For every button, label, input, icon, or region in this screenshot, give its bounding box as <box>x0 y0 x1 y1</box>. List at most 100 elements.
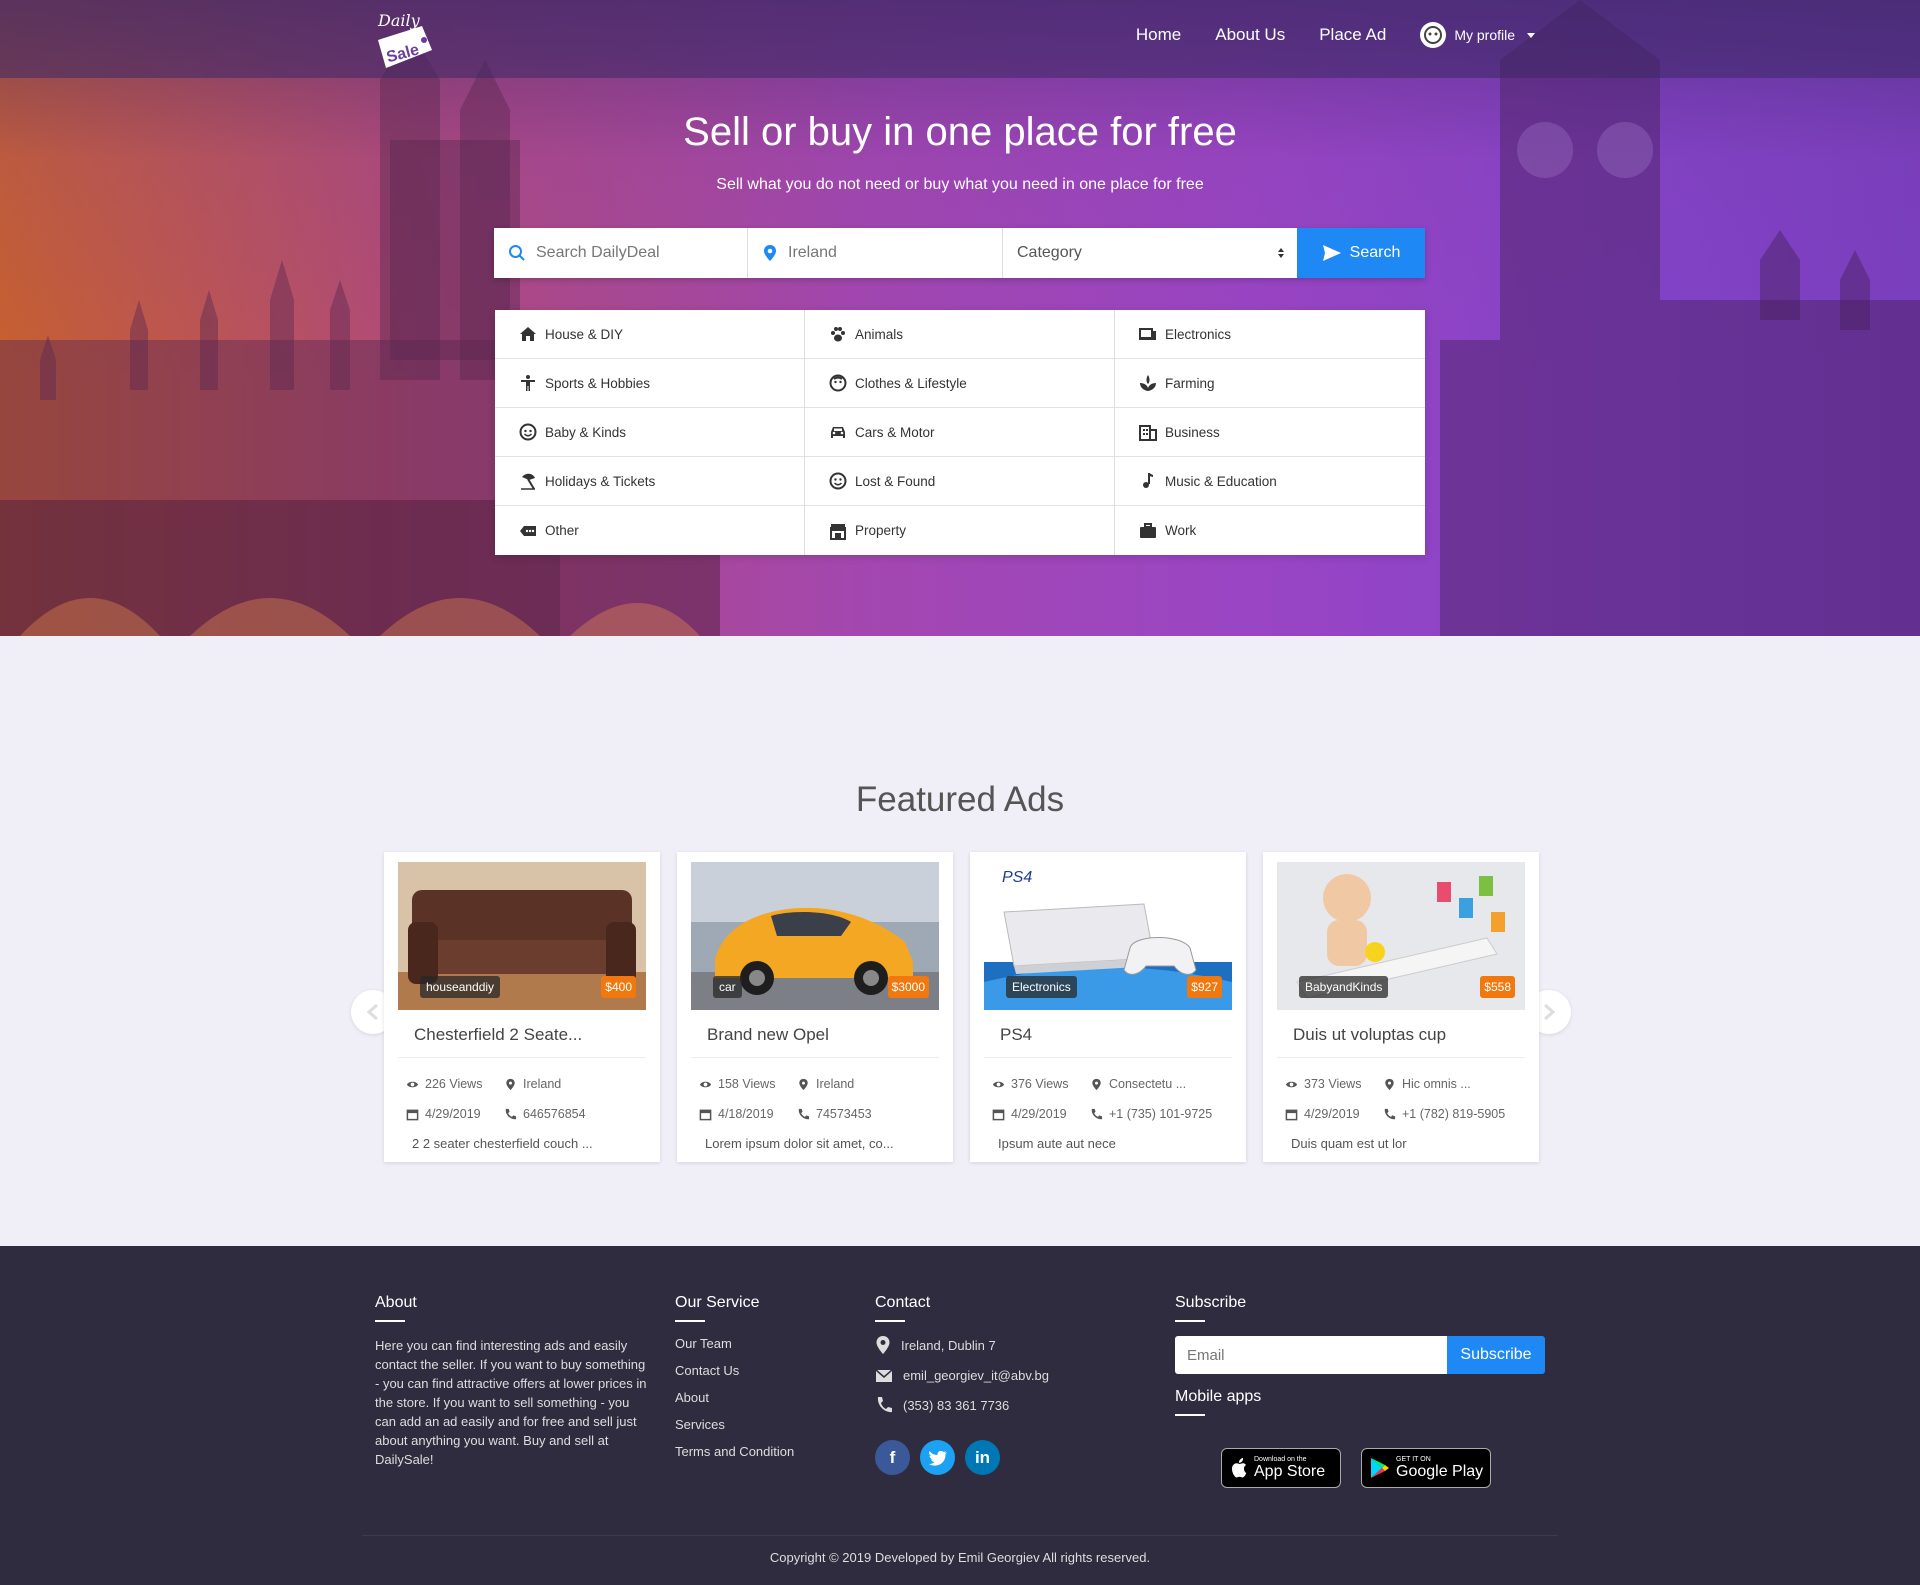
twitter-icon[interactable] <box>920 1440 955 1475</box>
category-label: Property <box>855 523 907 538</box>
copyright-text: Copyright © 2019 Developed by Emil Georg… <box>769 1550 1151 1565</box>
search-placeholder: Search DailyDeal <box>536 244 660 261</box>
category-item[interactable]: Electronics <box>1115 310 1425 359</box>
ad-location-text: Hic omnis ... <box>1402 1077 1471 1091</box>
ad-views-text: 373 Views <box>1304 1077 1362 1091</box>
search-button-label: Search <box>1349 244 1401 261</box>
contact-address: Ireland, Dublin 7 <box>875 1335 1049 1355</box>
profile-menu[interactable]: My profile <box>1420 22 1535 48</box>
category-item[interactable]: Music & Education <box>1115 457 1425 506</box>
dailysale-logo[interactable]: Daily Sale <box>374 6 436 72</box>
ad-price-badge: $3000 <box>887 976 929 998</box>
title-underline <box>1175 1320 1205 1322</box>
location-value: Ireland <box>788 244 837 261</box>
hero-section: Daily Sale Home About Us Place Ad My pro… <box>0 0 1920 636</box>
location-input[interactable]: Ireland <box>748 228 1003 278</box>
title-underline <box>675 1320 705 1322</box>
contact-email-text[interactable]: emil_georgiev_it@abv.bg <box>903 1368 1049 1383</box>
ad-description: Duis quam est ut lor <box>1291 1136 1407 1151</box>
ad-phone-text: 74573453 <box>816 1107 872 1121</box>
ad-title[interactable]: Duis ut voluptas cup <box>1293 1025 1446 1045</box>
appstore-small-text: Download on the <box>1254 1455 1307 1463</box>
category-item[interactable]: House & DIY <box>495 310 805 359</box>
linkedin-icon[interactable]: in <box>965 1440 1000 1475</box>
app-store-badge[interactable]: Download on the App Store <box>1221 1448 1341 1488</box>
ad-views: 226 Views <box>406 1077 482 1091</box>
footer-link-contact-us[interactable]: Contact Us <box>675 1363 794 1378</box>
google-play-badge[interactable]: GET IT ON Google Play <box>1361 1448 1491 1488</box>
ad-card[interactable]: PS4 Electronics $927 PS4 376 Views Consectetu… <box>970 852 1246 1162</box>
app-badges: Download on the App Store GET IT ON Google… <box>1175 1448 1545 1488</box>
paw-icon <box>831 327 845 342</box>
email-field[interactable]: Email <box>1175 1336 1447 1374</box>
appstore-big-text: App Store <box>1254 1462 1326 1480</box>
search-button[interactable]: Search <box>1297 228 1425 278</box>
footer-service-title: Our Service <box>675 1294 760 1311</box>
category-item[interactable]: Holidays & Tickets <box>495 457 805 506</box>
ad-location: Ireland <box>797 1077 854 1091</box>
category-item[interactable]: Cars & Motor <box>805 408 1115 457</box>
ad-description: 2 2 seater chesterfield couch ... <box>412 1136 593 1151</box>
category-select[interactable]: Category <box>1003 228 1297 278</box>
category-item[interactable]: Clothes & Lifestyle <box>805 359 1115 408</box>
ad-views: 373 Views <box>1285 1077 1361 1091</box>
contact-phone-text: (353) 83 361 7736 <box>903 1397 1010 1413</box>
category-item[interactable]: Farming <box>1115 359 1425 408</box>
category-item[interactable]: Work <box>1115 506 1425 555</box>
svg-text:PS4: PS4 <box>1002 869 1032 886</box>
category-item[interactable]: Business <box>1115 408 1425 457</box>
smile-icon <box>829 472 847 490</box>
main-nav: Home About Us Place Ad My profile <box>1136 22 1535 48</box>
nav-home[interactable]: Home <box>1136 25 1181 45</box>
ad-date: 4/29/2019 <box>406 1107 481 1121</box>
ad-title[interactable]: PS4 <box>1000 1025 1032 1045</box>
hero-title: Sell or buy in one place for free <box>683 110 1237 154</box>
category-grid: House & DIY Animals Electronics Sports & Ho… <box>495 310 1425 555</box>
hero-subtitle: Sell what you do not need or buy what yo… <box>716 176 1204 193</box>
ad-location-text: Consectetu ... <box>1109 1077 1187 1091</box>
category-label: Animals <box>855 326 904 342</box>
facebook-icon[interactable]: f <box>875 1440 910 1475</box>
category-label: Other <box>545 523 579 538</box>
search-input[interactable]: Search DailyDeal <box>494 228 748 278</box>
nav-about-us[interactable]: About Us <box>1215 25 1285 45</box>
baby-icon <box>519 423 537 441</box>
category-item[interactable]: Property <box>805 506 1115 555</box>
beach-icon <box>521 473 535 490</box>
subscribe-button[interactable]: Subscribe <box>1447 1336 1545 1374</box>
nav-place-ad[interactable]: Place Ad <box>1319 25 1386 45</box>
ad-location: Consectetu ... <box>1090 1077 1186 1091</box>
calendar-icon <box>1285 1109 1298 1120</box>
home-icon <box>520 327 536 341</box>
ad-card[interactable]: BabyandKinds $558 Duis ut voluptas cup 373 … <box>1263 852 1539 1162</box>
category-item[interactable]: Baby & Kinds <box>495 408 805 457</box>
google-play-icon <box>1371 1458 1389 1478</box>
ad-date: 4/18/2019 <box>699 1107 774 1121</box>
ad-title[interactable]: Chesterfield 2 Seate... <box>414 1025 582 1045</box>
ad-price-badge: $400 <box>601 976 636 998</box>
footer-link-services[interactable]: Services <box>675 1417 794 1432</box>
ad-description: Ipsum aute aut nece <box>998 1136 1116 1151</box>
footer-about: About Here you can find interesting ads … <box>375 1294 647 1469</box>
category-item[interactable]: Lost & Found <box>805 457 1115 506</box>
category-label: Music & Education <box>1165 473 1277 489</box>
ad-title[interactable]: Brand new Opel <box>707 1025 829 1045</box>
category-item[interactable]: Animals <box>805 310 1115 359</box>
ad-card[interactable]: houseanddiy $400 Chesterfield 2 Seate... 22… <box>384 852 660 1162</box>
category-label: House & DIY <box>545 326 624 342</box>
more-icon <box>520 525 536 536</box>
footer-mobile-title: Mobile apps <box>1175 1388 1262 1405</box>
footer-link-about[interactable]: About <box>675 1390 794 1405</box>
category-label: Lost & Found <box>855 473 936 489</box>
devices-icon <box>1139 328 1156 340</box>
ad-divider <box>691 1057 939 1058</box>
footer-link-terms[interactable]: Terms and Condition <box>675 1444 794 1459</box>
footer-subscribe: Subscribe Email Subscribe Mobile apps Do… <box>1175 1294 1545 1488</box>
footer-link-our-team[interactable]: Our Team <box>675 1336 794 1351</box>
ad-location-text: Ireland <box>816 1077 855 1091</box>
title-underline <box>875 1320 905 1322</box>
category-item[interactable]: Other <box>495 506 805 555</box>
ad-location: Ireland <box>504 1077 561 1091</box>
ad-card[interactable]: car $3000 Brand new Opel 158 Views Ireland 4/… <box>677 852 953 1162</box>
category-item[interactable]: Sports & Hobbies <box>495 359 805 408</box>
